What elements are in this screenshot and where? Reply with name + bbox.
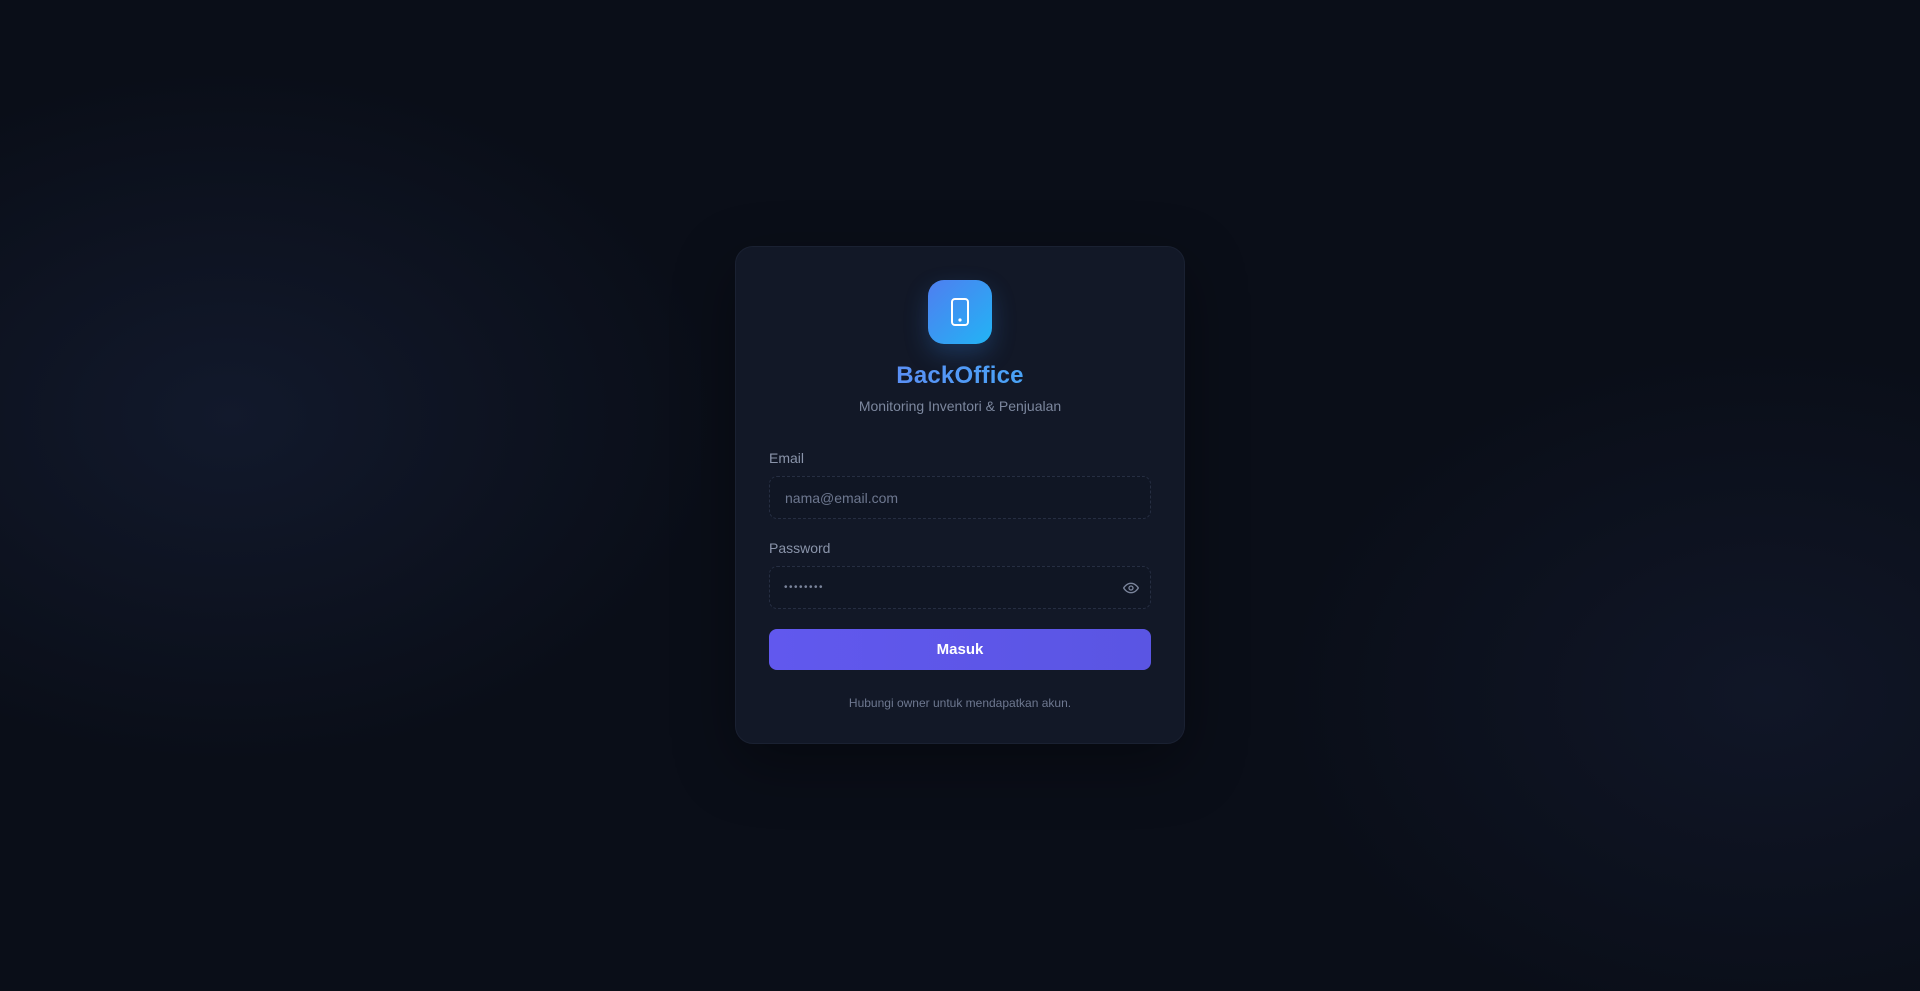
email-field-wrapper [769, 476, 1151, 519]
app-title: BackOffice [769, 362, 1151, 390]
login-card: BackOffice Monitoring Inventori & Penjua… [735, 246, 1185, 744]
password-input[interactable] [769, 566, 1151, 609]
password-field-wrapper: •••••••• [769, 566, 1151, 609]
app-logo [928, 280, 992, 344]
email-label: Email [769, 450, 805, 466]
eye-icon[interactable] [1122, 579, 1140, 597]
login-button[interactable]: Masuk [769, 629, 1151, 670]
tablet-icon [948, 297, 972, 327]
password-label: Password [769, 540, 831, 556]
account-help-note: Hubungi owner untuk mendapatkan akun. [848, 696, 1072, 710]
email-input[interactable] [769, 476, 1151, 519]
login-form: Email Password •••••••• Masuk [769, 449, 1151, 670]
app-tagline: Monitoring Inventori & Penjualan [858, 398, 1062, 414]
